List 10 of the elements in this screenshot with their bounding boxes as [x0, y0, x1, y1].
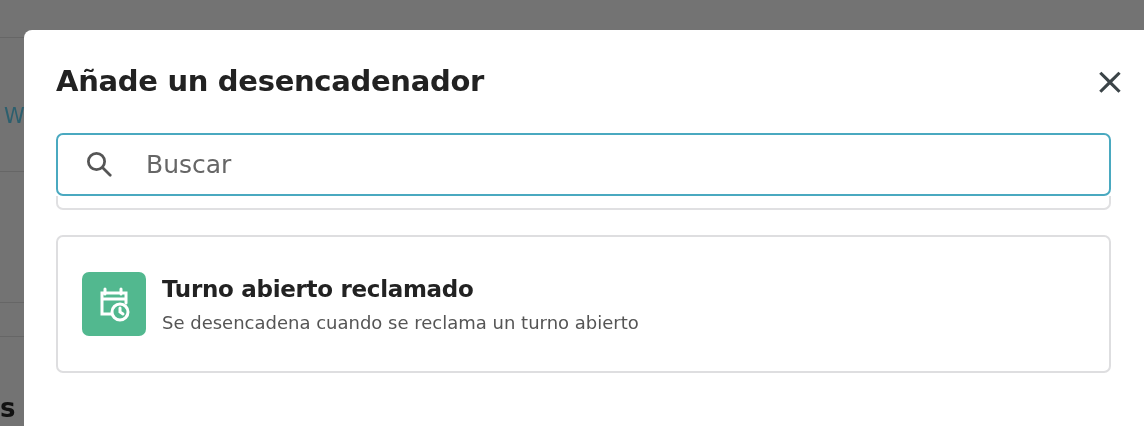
- trigger-title: Turno abierto reclamado: [162, 275, 475, 302]
- close-button[interactable]: ×: [1095, 66, 1125, 96]
- search-field[interactable]: Buscar: [56, 133, 1111, 196]
- search-icon: [84, 149, 114, 179]
- trigger-description: Se desencadena cuando se reclama un turno abierto: [162, 311, 639, 333]
- dialog-title: Añade un desencadenador: [56, 64, 485, 98]
- heading-text: s: [0, 393, 16, 423]
- trigger-card[interactable]: [56, 196, 1111, 210]
- trigger-card[interactable]: Turno abierto reclamado Se desencadena cuando se reclama un turno abierto: [56, 235, 1111, 373]
- calendar-clock-icon: [82, 272, 146, 336]
